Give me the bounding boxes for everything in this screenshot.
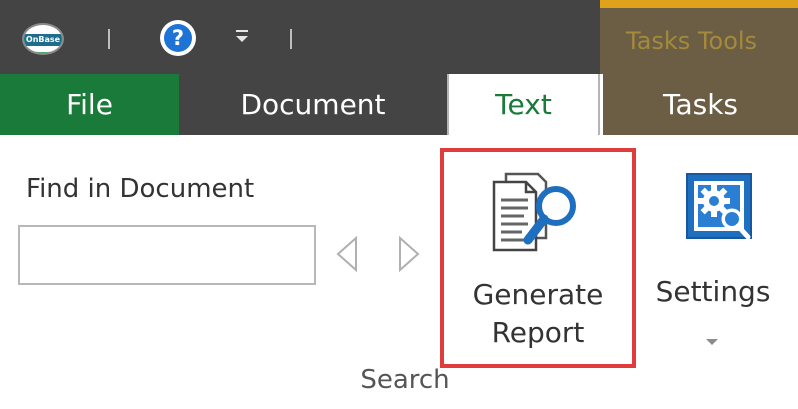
help-icon[interactable]: ? [160, 20, 196, 56]
tab-text[interactable]: Text [447, 74, 600, 136]
document-magnifier-icon [492, 172, 576, 252]
previous-arrow-icon[interactable] [334, 236, 360, 272]
contextual-tab-group: Tasks Tools [600, 0, 798, 74]
generate-report-button[interactable]: Generate Report [440, 148, 636, 368]
settings-button[interactable]: Settings [640, 153, 790, 363]
contextual-group-title: Tasks Tools [626, 27, 758, 55]
tab-file[interactable]: File [0, 74, 179, 135]
title-bar: OnBase ? Tasks Tools File Document Text … [0, 0, 798, 136]
toolbar-separator [290, 29, 292, 49]
ribbon-panel: Find in Document Generate Report Setting… [0, 135, 798, 409]
search-group-label: Search [360, 365, 450, 395]
find-in-document-label: Find in Document [26, 174, 255, 204]
next-arrow-icon[interactable] [396, 236, 422, 272]
onbase-logo-icon[interactable]: OnBase [22, 23, 64, 55]
quick-access-toolbar: OnBase ? [0, 0, 600, 74]
settings-label: Settings [655, 275, 771, 308]
chevron-down-icon[interactable] [706, 339, 718, 345]
gear-magnifier-icon [686, 173, 752, 240]
tab-document[interactable]: Document [179, 74, 447, 135]
customize-dropdown-icon[interactable] [234, 24, 250, 48]
find-in-document-input[interactable] [18, 225, 316, 285]
contextual-accent-bar [600, 0, 798, 8]
help-glyph: ? [164, 24, 192, 52]
toolbar-separator [108, 29, 110, 49]
ribbon-tabs: File Document Text Tasks [0, 74, 798, 136]
generate-report-label: Generate Report [472, 278, 604, 349]
app-window: OnBase ? Tasks Tools File Document Text … [0, 0, 798, 409]
logo-text: OnBase [25, 35, 61, 44]
tab-tasks[interactable]: Tasks [600, 74, 798, 135]
